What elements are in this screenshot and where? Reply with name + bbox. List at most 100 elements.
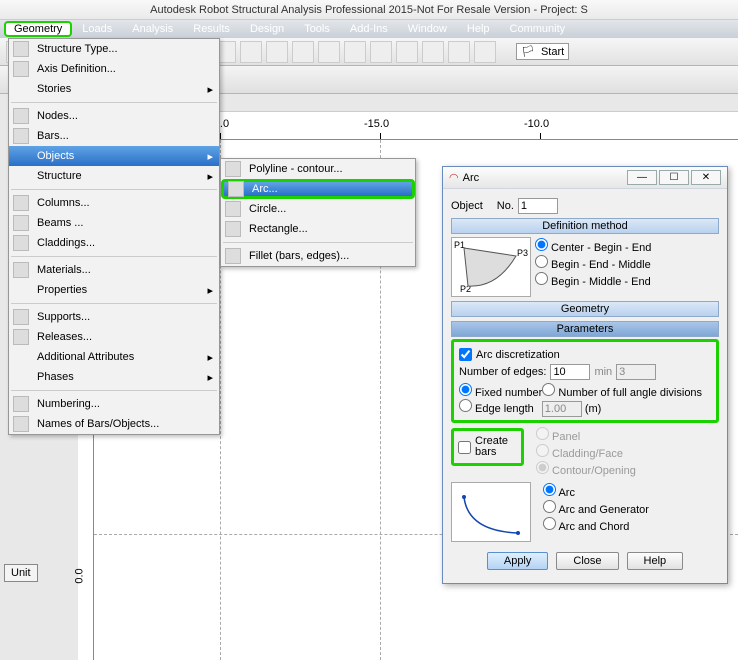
- help-button[interactable]: Help: [627, 552, 684, 570]
- toolbar-icon[interactable]: [448, 41, 470, 63]
- objects-submenu-item[interactable]: Circle...: [221, 199, 415, 219]
- apply-button[interactable]: Apply: [487, 552, 549, 570]
- menu-geometry[interactable]: Geometry: [4, 21, 72, 37]
- geometry-menu-item[interactable]: Objects▸: [9, 146, 219, 166]
- menu-icon: [13, 235, 29, 251]
- menu-analysis[interactable]: Analysis: [122, 22, 183, 36]
- toolbar-icon[interactable]: [396, 41, 418, 63]
- geometry-header[interactable]: Geometry: [451, 301, 719, 317]
- menu-icon: [13, 416, 29, 432]
- arc-discretization-check[interactable]: Arc discretization: [459, 348, 711, 361]
- object-label: Object: [451, 200, 483, 212]
- menu-icon: [13, 262, 29, 278]
- defmethod-option[interactable]: Center - Begin - End: [535, 238, 651, 254]
- close-icon[interactable]: ✕: [691, 170, 721, 185]
- flag-icon: 🏳: [521, 45, 535, 58]
- menu-icon: [225, 221, 241, 237]
- menu-design[interactable]: Design: [240, 22, 294, 36]
- geometry-menu-item[interactable]: Claddings...: [9, 233, 219, 253]
- geometry-menu-item[interactable]: Columns...: [9, 193, 219, 213]
- object-type-options: Panel Cladding/Face Contour/Opening: [536, 426, 636, 478]
- geometry-menu-item[interactable]: Names of Bars/Objects...: [9, 414, 219, 434]
- objects-submenu-item[interactable]: Polyline - contour...: [221, 159, 415, 179]
- object-number-input[interactable]: [518, 198, 558, 214]
- toolbar-icon[interactable]: [240, 41, 262, 63]
- menu-loads[interactable]: Loads: [72, 22, 122, 36]
- menu-icon: [13, 195, 29, 211]
- num-edges-input[interactable]: [550, 364, 590, 380]
- menu-tools[interactable]: Tools: [294, 22, 340, 36]
- toolbar-icon[interactable]: [292, 41, 314, 63]
- minimize-icon[interactable]: —: [627, 170, 657, 185]
- create-bars-check[interactable]: Create bars: [458, 436, 517, 458]
- edge-options: Fixed number Number of full angle divisi…: [459, 383, 711, 417]
- menu-window[interactable]: Window: [398, 22, 457, 36]
- arcout-option[interactable]: Arc: [543, 483, 649, 499]
- maximize-icon[interactable]: ☐: [659, 170, 689, 185]
- chevron-right-icon: ▸: [207, 351, 213, 364]
- arcout-option[interactable]: Arc and Chord: [543, 517, 649, 533]
- arc-dialog: ◠ Arc — ☐ ✕ Object No. Definition method…: [442, 166, 728, 584]
- definition-diagram: P1 P3 P2: [451, 237, 531, 297]
- menu-icon: [13, 108, 29, 124]
- dialog-title: Arc: [463, 172, 480, 184]
- menu-community[interactable]: Community: [500, 22, 576, 36]
- geometry-menu-item[interactable]: Materials...: [9, 260, 219, 280]
- objects-submenu-item[interactable]: Arc...: [221, 179, 415, 199]
- dialog-titlebar[interactable]: ◠ Arc — ☐ ✕: [443, 167, 727, 189]
- parameters-header[interactable]: Parameters: [451, 321, 719, 337]
- toolbar-icon[interactable]: [422, 41, 444, 63]
- toolbar-icon[interactable]: [474, 41, 496, 63]
- edgemode-option[interactable]: Edge length (m): [459, 403, 601, 415]
- min-label: min: [594, 366, 612, 378]
- toolbar-icon[interactable]: [318, 41, 340, 63]
- menu-icon: [13, 396, 29, 412]
- num-edges-label: Number of edges:: [459, 366, 546, 378]
- geometry-menu-item[interactable]: Structure Type...: [9, 39, 219, 59]
- chevron-right-icon: ▸: [207, 170, 213, 183]
- objects-submenu-item[interactable]: Fillet (bars, edges)...: [221, 246, 415, 266]
- objects-submenu: Polyline - contour...Arc...Circle...Rect…: [220, 158, 416, 267]
- geometry-menu-item[interactable]: Properties▸: [9, 280, 219, 300]
- geometry-menu-item[interactable]: Supports...: [9, 307, 219, 327]
- geometry-menu-item[interactable]: Bars...: [9, 126, 219, 146]
- geometry-menu-item[interactable]: Phases▸: [9, 367, 219, 387]
- geometry-menu-item[interactable]: Releases...: [9, 327, 219, 347]
- defmethod-option[interactable]: Begin - End - Middle: [535, 255, 651, 271]
- menu-help[interactable]: Help: [457, 22, 500, 36]
- geometry-menu-item[interactable]: Beams ...: [9, 213, 219, 233]
- menu-icon: [225, 201, 241, 217]
- unit-box[interactable]: Unit: [4, 564, 38, 582]
- objects-submenu-item[interactable]: Rectangle...: [221, 219, 415, 239]
- defmethod-option[interactable]: Begin - Middle - End: [535, 272, 651, 288]
- start-label: Start: [541, 46, 564, 58]
- geometry-menu-item[interactable]: Axis Definition...: [9, 59, 219, 79]
- close-button[interactable]: Close: [556, 552, 618, 570]
- edgemode-option[interactable]: Number of full angle divisions: [542, 387, 702, 399]
- arcout-option[interactable]: Arc and Generator: [543, 500, 649, 516]
- arc-output-options: Arc Arc and Generator Arc and Chord: [543, 482, 649, 534]
- definition-method-header[interactable]: Definition method: [451, 218, 719, 234]
- menu-icon: [13, 61, 29, 77]
- geometry-menu-item[interactable]: Stories▸: [9, 79, 219, 99]
- object-type-option: Cladding/Face: [536, 444, 636, 460]
- geometry-menu-item[interactable]: Nodes...: [9, 106, 219, 126]
- object-type-option: Panel: [536, 427, 636, 443]
- toolbar-icon[interactable]: [344, 41, 366, 63]
- start-selector[interactable]: 🏳 Start: [516, 43, 569, 60]
- edge-length-input: [542, 401, 582, 417]
- menu-add-ins[interactable]: Add-Ins: [340, 22, 398, 36]
- menu-icon: [228, 181, 244, 197]
- geometry-menu-item[interactable]: Structure▸: [9, 166, 219, 186]
- menu-results[interactable]: Results: [183, 22, 240, 36]
- chevron-right-icon: ▸: [207, 284, 213, 297]
- menu-icon: [13, 309, 29, 325]
- chevron-right-icon: ▸: [207, 150, 213, 163]
- menu-icon: [225, 161, 241, 177]
- toolbar-icon[interactable]: [266, 41, 288, 63]
- menubar: GeometryLoadsAnalysisResultsDesignToolsA…: [0, 20, 738, 38]
- geometry-menu-item[interactable]: Numbering...: [9, 394, 219, 414]
- edgemode-option[interactable]: Fixed number: [459, 387, 542, 399]
- toolbar-icon[interactable]: [370, 41, 392, 63]
- geometry-menu-item[interactable]: Additional Attributes▸: [9, 347, 219, 367]
